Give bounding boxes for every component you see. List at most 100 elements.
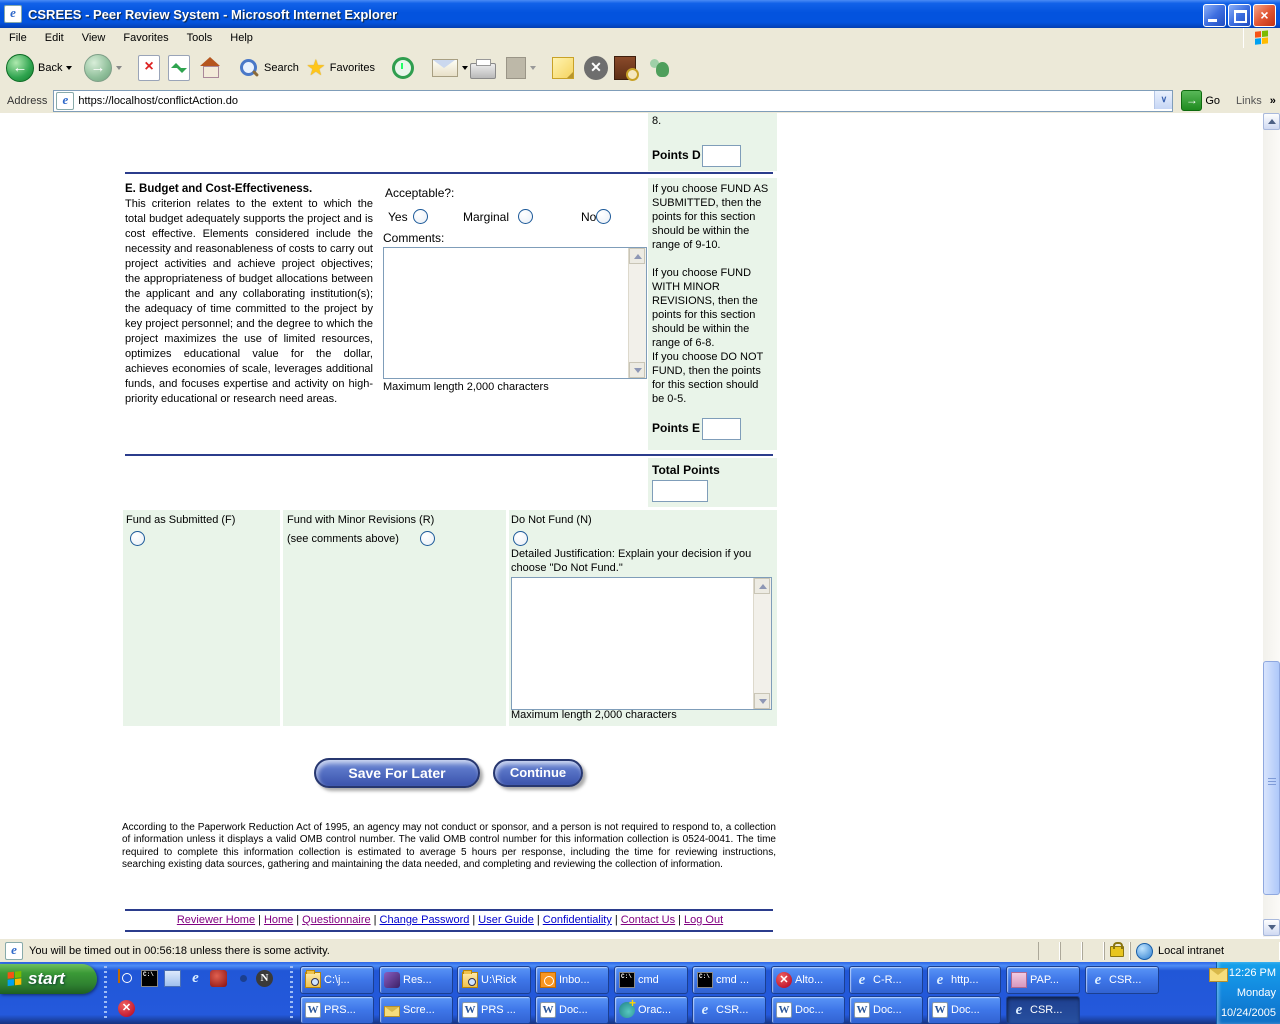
forward-dropdown-icon[interactable] (116, 66, 122, 70)
menu-tools[interactable]: Tools (178, 32, 222, 44)
stop-gray-button[interactable] (584, 51, 608, 85)
mail-dropdown-icon[interactable] (462, 66, 468, 70)
taskbar-button[interactable]: Alto... (771, 966, 845, 994)
forward-button[interactable] (84, 51, 122, 85)
scrollbar-down-button[interactable] (1263, 919, 1280, 936)
address-dropdown-icon[interactable] (1154, 90, 1173, 109)
mail-button[interactable] (432, 51, 468, 85)
taskbar-button[interactable]: PRS... (300, 996, 374, 1024)
taskbar-button[interactable]: U:\Rick (457, 966, 531, 994)
acceptable-marginal-radio[interactable] (518, 209, 533, 224)
fund-minor-radio[interactable] (420, 531, 435, 546)
tray-time[interactable]: 12:26 PM (1218, 967, 1276, 979)
discuss-button[interactable] (552, 51, 574, 85)
taskbar-button[interactable]: Inbo... (535, 966, 609, 994)
textarea-scrollbar[interactable] (753, 578, 771, 709)
scroll-up-icon[interactable] (754, 578, 770, 594)
scroll-up-icon[interactable] (629, 248, 645, 264)
taskbar-button[interactable]: Doc... (927, 996, 1001, 1024)
vertical-scrollbar[interactable] (1263, 113, 1280, 937)
taskbar-button[interactable]: CSR... (1085, 966, 1159, 994)
save-for-later-button[interactable]: Save For Later (314, 758, 480, 788)
link-contact-us[interactable]: Contact Us (621, 914, 675, 926)
justification-textarea[interactable] (511, 577, 772, 710)
stop-button[interactable] (138, 51, 160, 85)
taskbar-button[interactable]: cmd ... (692, 966, 766, 994)
close-button[interactable] (1253, 4, 1276, 27)
back-dropdown-icon[interactable] (66, 66, 73, 70)
link-user-guide[interactable]: User Guide (478, 914, 534, 926)
link-reviewer-home[interactable]: Reviewer Home (177, 914, 255, 926)
redx-launcher-icon[interactable] (118, 1000, 135, 1017)
menu-help[interactable]: Help (221, 32, 262, 44)
ie-launcher-icon[interactable] (187, 970, 204, 987)
tray-date[interactable]: 10/24/2005 (1218, 1007, 1276, 1019)
messenger-button[interactable] (648, 51, 672, 85)
link-questionnaire[interactable]: Questionnaire (302, 914, 371, 926)
cmd-launcher-icon[interactable] (141, 970, 158, 987)
start-button[interactable]: start (0, 964, 97, 994)
search-button[interactable]: Search (238, 51, 299, 85)
menu-favorites[interactable]: Favorites (114, 32, 177, 44)
menu-file[interactable]: File (0, 32, 36, 44)
restore-button[interactable] (1228, 4, 1251, 27)
taskbar-button[interactable]: CSR... (692, 996, 766, 1024)
padlock-icon (1110, 941, 1124, 957)
quicklaunch-grip[interactable] (104, 966, 107, 1020)
menu-view[interactable]: View (73, 32, 115, 44)
go-button[interactable]: Go (1181, 90, 1220, 111)
points-e-input[interactable] (702, 418, 741, 440)
links-toolbar[interactable]: Links (1236, 95, 1276, 107)
history-button[interactable] (392, 51, 414, 85)
address-input[interactable]: https://localhost/conflictAction.do (53, 89, 1174, 112)
back-button[interactable]: Back (6, 51, 73, 85)
taskbar-button[interactable]: PAP... (1006, 966, 1080, 994)
points-d-label: Points D (652, 148, 701, 162)
dragon-launcher-icon[interactable] (210, 970, 227, 987)
taskbar-button[interactable]: Res... (379, 966, 453, 994)
comments-textarea[interactable] (383, 247, 647, 379)
do-not-fund-radio[interactable] (513, 531, 528, 546)
home-button[interactable] (198, 51, 222, 85)
taskbar-button-active[interactable]: CSR... (1006, 996, 1080, 1024)
total-points-input[interactable] (652, 480, 708, 502)
taskbar-button[interactable]: C-R... (849, 966, 923, 994)
taskbar-button[interactable]: Scre... (379, 996, 453, 1024)
quicklaunch-grip[interactable] (290, 966, 293, 1020)
scroll-down-icon[interactable] (754, 693, 770, 709)
scrollbar-up-button[interactable] (1263, 113, 1280, 130)
taskbar-button[interactable]: Doc... (849, 996, 923, 1024)
link-log-out[interactable]: Log Out (684, 914, 723, 926)
acceptable-yes-radio[interactable] (413, 209, 428, 224)
textarea-scrollbar[interactable] (628, 248, 646, 378)
link-home[interactable]: Home (264, 914, 293, 926)
minimize-button[interactable] (1203, 4, 1226, 27)
link-confidentiality[interactable]: Confidentiality (543, 914, 612, 926)
taskbar-button[interactable]: PRS ... (457, 996, 531, 1024)
netscape-launcher-icon[interactable] (256, 970, 273, 987)
menu-edit[interactable]: Edit (36, 32, 73, 44)
taskbar-button[interactable]: C:\j... (300, 966, 374, 994)
research-button[interactable] (614, 51, 639, 85)
scroll-down-icon[interactable] (629, 362, 645, 378)
taskbar-button[interactable]: http... (927, 966, 1001, 994)
link-change-password[interactable]: Change Password (380, 914, 470, 926)
taskbar-button[interactable]: Orac... (614, 996, 688, 1024)
refresh-button[interactable] (168, 51, 190, 85)
print-button[interactable] (470, 51, 496, 85)
taskbar-button[interactable]: cmd (614, 966, 688, 994)
favorites-button[interactable]: Favorites (306, 51, 375, 85)
address-url: https://localhost/conflictAction.do (78, 94, 238, 107)
clock-launcher-icon[interactable] (118, 969, 120, 983)
continue-button[interactable]: Continue (493, 759, 583, 787)
taskbar-button[interactable]: Doc... (535, 996, 609, 1024)
edit-button[interactable] (506, 51, 536, 85)
acceptable-no-radio[interactable] (596, 209, 611, 224)
tray-day[interactable]: Monday (1218, 987, 1276, 999)
points-d-input[interactable] (702, 145, 741, 167)
taskbar-button[interactable]: Doc... (771, 996, 845, 1024)
window-launcher-icon[interactable] (164, 970, 181, 987)
prev-section-text: 8. (652, 115, 662, 127)
scrollbar-thumb[interactable] (1263, 661, 1280, 895)
fund-submitted-radio[interactable] (130, 531, 145, 546)
